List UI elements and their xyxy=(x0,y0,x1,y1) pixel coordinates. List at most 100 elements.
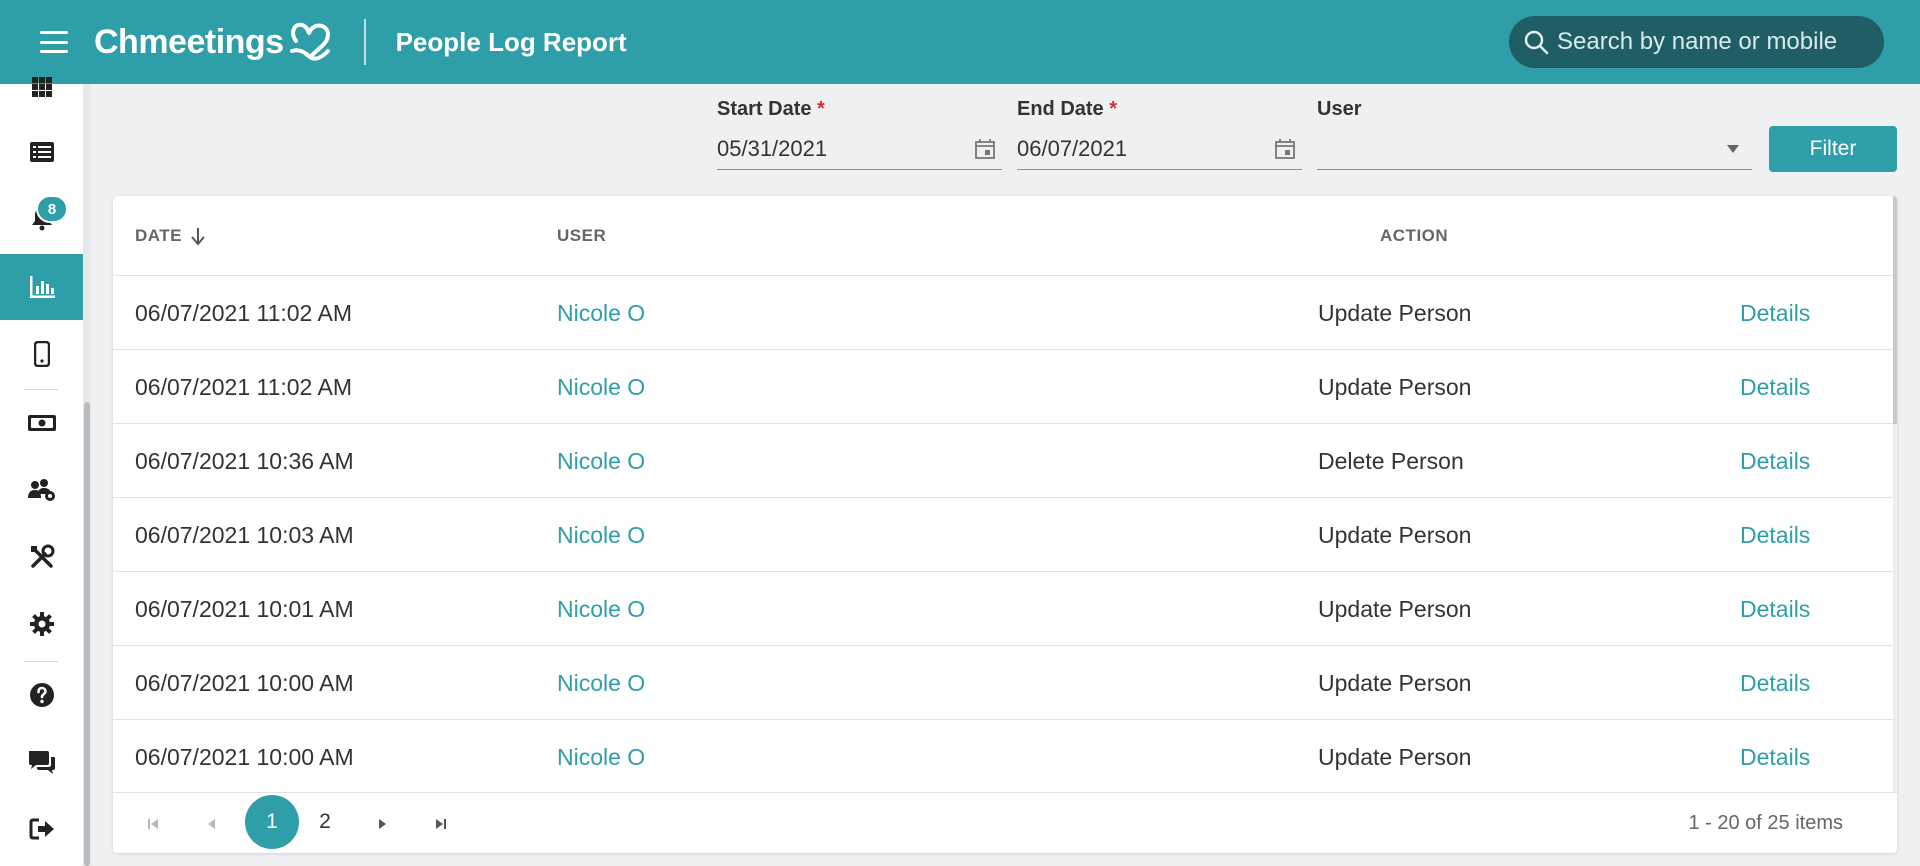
start-date-label: Start Date * xyxy=(717,98,825,120)
start-date-input[interactable]: 05/31/2021 xyxy=(717,128,1002,170)
row-date: 06/07/2021 11:02 AM xyxy=(135,299,352,326)
row-date: 06/07/2021 10:03 AM xyxy=(135,521,354,548)
table-row: 06/07/2021 11:02 AM Nicole O Update Pers… xyxy=(113,350,1893,424)
row-date: 06/07/2021 10:00 AM xyxy=(135,743,354,770)
help-icon xyxy=(29,683,54,707)
chat-icon xyxy=(28,751,55,774)
table-row: 06/07/2021 10:36 AM Nicole O Delete Pers… xyxy=(113,424,1893,498)
sidebar-item-contributions[interactable] xyxy=(0,390,83,456)
user-select[interactable] xyxy=(1317,128,1752,170)
hamburger-menu-icon[interactable] xyxy=(40,31,68,53)
sidebar-item-reports[interactable] xyxy=(0,254,83,320)
row-details-link[interactable]: Details xyxy=(1740,572,1810,646)
table-row: 06/07/2021 11:02 AM Nicole O Update Pers… xyxy=(113,276,1893,350)
sidebar: 8 xyxy=(0,77,83,866)
last-page-icon[interactable] xyxy=(428,811,454,837)
sort-down-arrow-icon[interactable] xyxy=(190,226,206,246)
row-user-link[interactable]: Nicole O xyxy=(557,572,645,646)
row-details-link[interactable]: Details xyxy=(1740,720,1810,794)
search-icon xyxy=(1524,30,1549,55)
row-user-link[interactable]: Nicole O xyxy=(557,276,645,350)
user-field: User xyxy=(1317,98,1752,170)
required-mark: * xyxy=(817,98,825,120)
row-action: Update Person xyxy=(1318,669,1472,696)
sidebar-scrollbar[interactable] xyxy=(83,84,91,866)
tools-icon xyxy=(30,544,54,568)
row-details-link[interactable]: Details xyxy=(1740,350,1810,424)
bar-chart-icon xyxy=(29,276,55,298)
title-divider xyxy=(363,19,366,65)
sidebar-item-logout[interactable] xyxy=(0,796,83,862)
pager-info: 1 - 20 of 25 items xyxy=(1688,812,1843,834)
row-action: Update Person xyxy=(1318,521,1472,548)
table-row: 06/07/2021 10:00 AM Nicole O Update Pers… xyxy=(113,720,1893,794)
end-date-field: End Date * 06/07/2021 xyxy=(1017,98,1302,170)
notification-count-badge: 8 xyxy=(36,195,68,223)
required-mark: * xyxy=(1109,98,1118,120)
end-date-value[interactable]: 06/07/2021 xyxy=(1017,136,1127,162)
grid-icon xyxy=(31,77,52,97)
prev-page-icon[interactable] xyxy=(199,811,225,837)
first-page-icon[interactable] xyxy=(140,811,166,837)
money-icon xyxy=(27,415,56,431)
log-table: DATE USER ACTION 06/07/2021 11:02 AM Nic… xyxy=(113,196,1897,853)
next-page-icon[interactable] xyxy=(369,811,395,837)
people-gear-icon xyxy=(27,479,55,501)
sidebar-item-dashboard[interactable] xyxy=(0,54,83,120)
row-user-link[interactable]: Nicole O xyxy=(557,424,645,498)
row-date: 06/07/2021 10:36 AM xyxy=(135,447,354,474)
sidebar-item-lists[interactable] xyxy=(0,119,83,185)
row-action: Update Person xyxy=(1318,595,1472,622)
user-label: User xyxy=(1317,98,1362,120)
end-date-label: End Date * xyxy=(1017,98,1118,120)
row-user-link[interactable]: Nicole O xyxy=(557,720,645,794)
row-user-link[interactable]: Nicole O xyxy=(557,350,645,424)
row-details-link[interactable]: Details xyxy=(1740,276,1810,350)
row-details-link[interactable]: Details xyxy=(1740,646,1810,720)
row-action: Update Person xyxy=(1318,299,1472,326)
search-box[interactable] xyxy=(1509,16,1884,68)
row-details-link[interactable]: Details xyxy=(1740,498,1810,572)
sidebar-item-chat[interactable] xyxy=(0,729,83,795)
table-scrollbar-thumb[interactable] xyxy=(1893,196,1897,424)
brand-logo[interactable]: Chmeetings xyxy=(94,21,334,63)
mobile-icon xyxy=(33,341,50,367)
filter-button[interactable]: Filter xyxy=(1769,126,1897,172)
sidebar-item-settings[interactable] xyxy=(0,591,83,657)
gear-icon xyxy=(29,612,54,636)
sidebar-item-help[interactable] xyxy=(0,662,83,728)
row-user-link[interactable]: Nicole O xyxy=(557,646,645,720)
page-title: People Log Report xyxy=(395,26,627,57)
column-header-date[interactable]: DATE xyxy=(135,226,206,246)
row-user-link[interactable]: Nicole O xyxy=(557,498,645,572)
sidebar-item-notifications[interactable]: 8 xyxy=(0,185,83,251)
pagination: 1 2 1 - 20 of 25 items xyxy=(113,792,1897,853)
table-row: 06/07/2021 10:00 AM Nicole O Update Pers… xyxy=(113,646,1893,720)
page-2-button[interactable]: 2 xyxy=(298,795,352,849)
sidebar-item-tools[interactable] xyxy=(0,524,83,590)
page-1-button[interactable]: 1 xyxy=(245,795,299,849)
heart-hand-logo-icon xyxy=(289,22,330,61)
sidebar-scrollbar-thumb[interactable] xyxy=(84,402,90,866)
table-header: DATE USER ACTION xyxy=(113,196,1893,276)
column-header-user[interactable]: USER xyxy=(557,226,606,246)
calendar-icon[interactable] xyxy=(974,138,996,160)
sidebar-item-mobile-app[interactable] xyxy=(0,321,83,387)
row-details-link[interactable]: Details xyxy=(1740,424,1810,498)
search-input[interactable] xyxy=(1557,28,1877,56)
calendar-icon[interactable] xyxy=(1274,138,1296,160)
brand-name: Chmeetings xyxy=(94,22,284,61)
sidebar-item-people-settings[interactable] xyxy=(0,457,83,523)
table-row: 06/07/2021 10:01 AM Nicole O Update Pers… xyxy=(113,572,1893,646)
end-date-input[interactable]: 06/07/2021 xyxy=(1017,128,1302,170)
row-action: Update Person xyxy=(1318,743,1472,770)
row-date: 06/07/2021 11:02 AM xyxy=(135,373,352,400)
start-date-value[interactable]: 05/31/2021 xyxy=(717,136,827,162)
caret-down-icon[interactable] xyxy=(1726,144,1740,154)
table-scrollbar[interactable] xyxy=(1893,196,1897,792)
row-date: 06/07/2021 10:00 AM xyxy=(135,669,354,696)
row-date: 06/07/2021 10:01 AM xyxy=(135,595,354,622)
logout-icon xyxy=(29,818,54,840)
column-header-action[interactable]: ACTION xyxy=(1380,226,1448,246)
list-icon xyxy=(29,142,54,162)
